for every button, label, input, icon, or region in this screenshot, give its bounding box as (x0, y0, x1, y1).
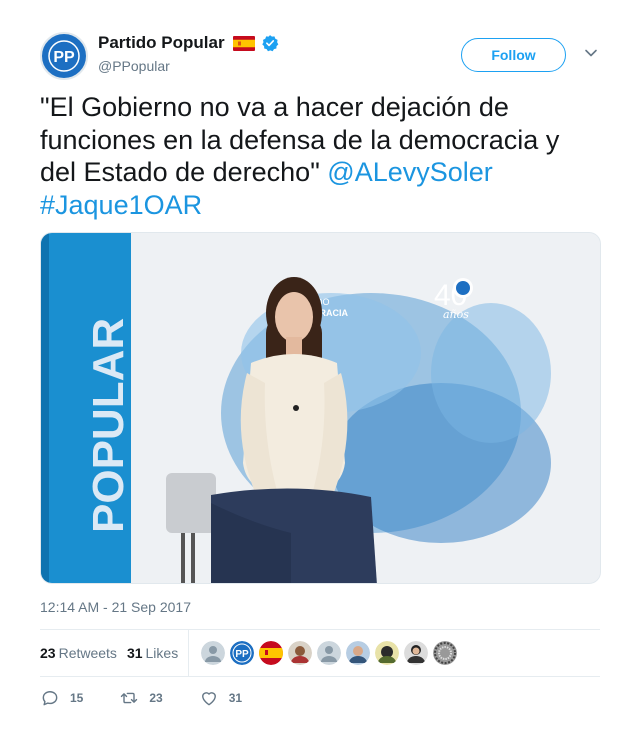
liker-avatar[interactable] (317, 641, 342, 665)
pp-logo-icon: PP (45, 37, 83, 75)
retweet-action[interactable]: 23 (119, 688, 163, 708)
likes-label: Likes (145, 645, 179, 661)
heart-icon (201, 692, 216, 706)
retweet-icon (121, 692, 138, 704)
liker-avatar[interactable] (201, 641, 226, 665)
tweet-card: PP Partido Popular @PPopular Follow "El … (0, 0, 640, 738)
liker-avatar[interactable] (346, 641, 371, 665)
reply-count: 15 (70, 691, 84, 705)
spain-flag-icon (232, 35, 255, 51)
likes-stat[interactable]: 31 Likes (127, 645, 178, 661)
display-name[interactable]: Partido Popular (98, 33, 225, 53)
divider (40, 676, 600, 677)
wall-text: POPULAR (84, 318, 133, 533)
timestamp[interactable]: 12:14 AM - 21 Sep 2017 (40, 599, 191, 615)
author-name-row: Partido Popular (98, 33, 279, 53)
mention-link[interactable]: @ALevySoler (327, 157, 492, 187)
retweets-label: Retweets (58, 645, 117, 661)
verified-badge-icon (261, 35, 278, 52)
avatar[interactable]: PP (40, 32, 88, 80)
liker-avatar[interactable] (433, 641, 458, 665)
liker-avatar[interactable] (404, 641, 429, 665)
svg-text:PP: PP (53, 49, 75, 66)
author-handle[interactable]: @PPopular (98, 58, 170, 74)
tweet-photo[interactable]: POPULAR DO CRACIA 40 años (40, 232, 601, 584)
action-bar: 15 23 31 (40, 688, 278, 708)
stats-row: 23 Retweets 31 Likes PP (40, 630, 600, 676)
retweets-count: 23 (40, 645, 56, 661)
chevron-down-icon[interactable] (584, 46, 598, 60)
liker-avatar[interactable] (375, 641, 400, 665)
tweet-text: "El Gobierno no va a hacer dejación de f… (40, 91, 600, 221)
follow-button[interactable]: Follow (461, 38, 566, 72)
liker-avatar[interactable]: PP (230, 641, 255, 665)
photo-illustration: POPULAR DO CRACIA 40 años (41, 233, 600, 583)
retweet-count: 23 (149, 691, 163, 705)
liker-avatar[interactable] (288, 641, 313, 665)
like-count: 31 (228, 691, 243, 705)
stats-divider (188, 630, 190, 676)
reply-icon (42, 691, 58, 706)
logo-text: años (443, 308, 469, 321)
reply-action[interactable]: 15 (40, 688, 83, 708)
svg-text:PP: PP (236, 649, 250, 660)
retweets-stat[interactable]: 23 Retweets (40, 645, 117, 661)
like-action[interactable]: 31 (199, 688, 242, 708)
liker-avatar[interactable] (259, 641, 284, 665)
likers-avatars: PP (201, 641, 462, 665)
hashtag-link[interactable]: #Jaque1OAR (40, 190, 202, 220)
likes-count: 31 (126, 645, 143, 661)
